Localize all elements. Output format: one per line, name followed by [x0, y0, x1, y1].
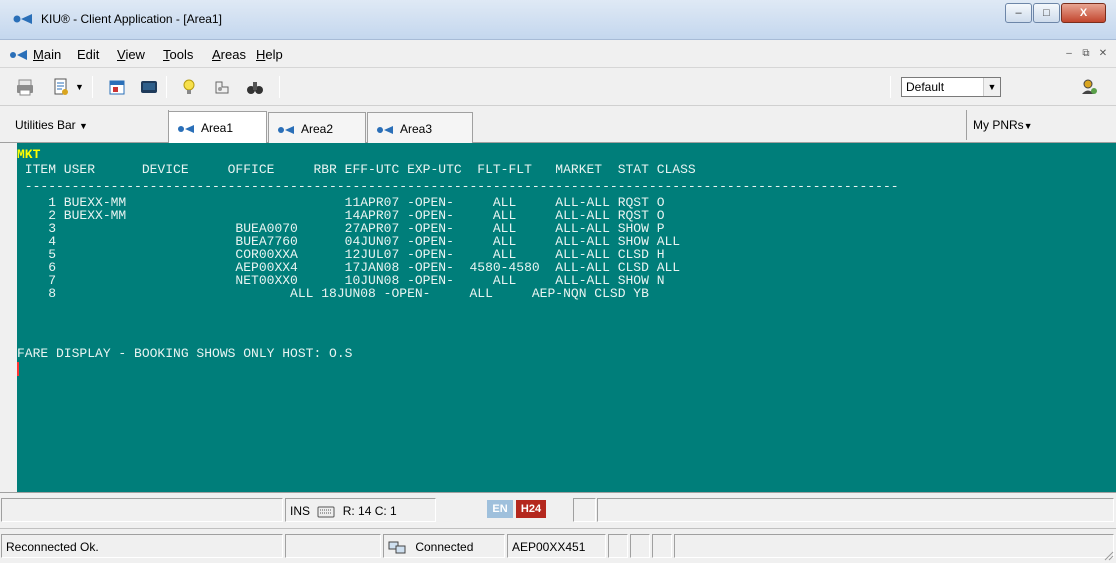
maximize-icon: □	[1043, 7, 1050, 19]
close-button[interactable]: X	[1061, 3, 1106, 23]
mdi-minimize-button[interactable]: –	[1062, 48, 1076, 62]
text-cursor	[17, 362, 19, 376]
menu-areas[interactable]: Areas	[212, 47, 246, 62]
terminal-icon[interactable]	[140, 78, 158, 96]
ins-indicator: INS	[290, 504, 311, 518]
terminal-line: ITEM USER DEVICE OFFICE RBR EFF-UTC EXP-…	[17, 162, 696, 177]
menu-main[interactable]: Main	[33, 47, 61, 62]
cursor-position: R: 14 C: 1	[342, 504, 397, 518]
menu-help[interactable]: Help	[256, 47, 283, 62]
maximize-button[interactable]: □	[1033, 3, 1060, 23]
terminal-line: FARE DISPLAY - BOOKING SHOWS ONLY HOST: …	[17, 346, 353, 361]
menu-view[interactable]: View	[117, 47, 145, 62]
connection-status: Connected	[383, 534, 505, 558]
kiu-logo-icon	[13, 14, 32, 24]
resize-grip-icon[interactable]	[1102, 549, 1114, 561]
profile-select[interactable]: Default ▼	[901, 77, 1001, 97]
office-id-panel: AEP00XX451	[507, 534, 606, 558]
tab-area2[interactable]: Area2	[268, 112, 366, 143]
mdi-restore-button[interactable]: ⧉	[1079, 48, 1093, 62]
binoculars-icon[interactable]	[246, 78, 264, 96]
terminal-line: 8 ALL 18JUN08 -OPEN- ALL AEP-NQN CLSD YB	[17, 286, 649, 301]
my-pnrs-menu[interactable]: My PNRs▼	[973, 118, 1033, 132]
area-icon	[278, 126, 294, 134]
keyboard-icon	[317, 506, 335, 518]
chevron-down-icon[interactable]: ▼	[983, 78, 1000, 96]
puzzle-icon[interactable]	[213, 78, 231, 96]
document-icon[interactable]	[52, 78, 70, 96]
window-title: KIU® - Client Application - [Area1]	[41, 12, 222, 26]
caret-down-icon: ▼	[79, 121, 88, 131]
terminal-screen[interactable]: MKT ITEM USER DEVICE OFFICE RBR EFF-UTC …	[17, 143, 1116, 492]
terminal-header-label: MKT	[17, 147, 41, 162]
menu-tools[interactable]: Tools	[163, 47, 193, 62]
area-icon	[178, 125, 194, 133]
toolbar: ▼ Default ▼	[0, 68, 1116, 106]
status-bar-bottom: Reconnected Ok. Connected AEP00XX451	[0, 528, 1116, 563]
h24-badge: H24	[516, 500, 546, 518]
language-badge: EN	[487, 500, 513, 518]
mdi-close-button[interactable]: ✕	[1096, 48, 1110, 62]
window-controls: – □ X	[1004, 3, 1106, 25]
area-tab-row: Utilities Bar ▼ Area1 Area2 Area3 My PNR…	[0, 106, 1116, 143]
network-connected-icon	[388, 541, 406, 554]
utilities-bar-menu[interactable]: Utilities Bar ▼	[15, 118, 88, 132]
area-icon	[377, 126, 393, 134]
printer-icon[interactable]	[16, 78, 34, 96]
menu-bar: Main Edit View Tools Areas Help – ⧉ ✕	[0, 40, 1116, 68]
minimize-icon: –	[1015, 7, 1022, 19]
menu-edit[interactable]: Edit	[77, 47, 99, 62]
calendar-icon[interactable]	[108, 78, 126, 96]
caret-down-icon: ▼	[1023, 121, 1033, 131]
profile-select-value: Default	[906, 80, 945, 94]
kiu-menu-logo-icon	[10, 50, 27, 60]
tab-area1[interactable]: Area1	[168, 111, 267, 143]
terminal-line: ----------------------------------------…	[17, 179, 899, 194]
tab-area3[interactable]: Area3	[367, 112, 473, 143]
title-bar: KIU® - Client Application - [Area1] – □ …	[0, 0, 1116, 40]
cursor-status-panel: INS R: 14 C: 1	[285, 498, 436, 522]
minimize-button[interactable]: –	[1005, 3, 1032, 23]
lightbulb-icon[interactable]	[180, 78, 198, 96]
close-icon: X	[1079, 7, 1088, 19]
user-settings-icon[interactable]	[1080, 78, 1098, 96]
status-message: Reconnected Ok.	[1, 534, 283, 558]
status-bar-top: INS R: 14 C: 1 EN H24	[0, 492, 1116, 528]
document-dropdown-arrow[interactable]: ▼	[75, 82, 84, 92]
